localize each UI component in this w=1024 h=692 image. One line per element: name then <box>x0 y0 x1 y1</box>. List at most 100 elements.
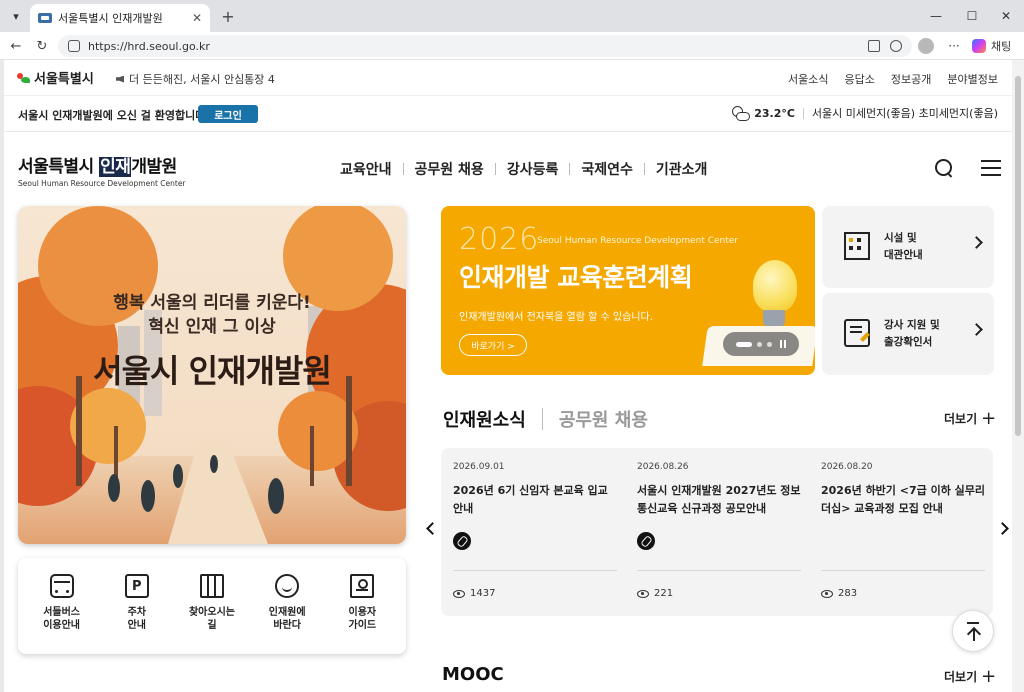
login-button[interactable]: 로그인 <box>198 105 258 123</box>
pause-icon[interactable] <box>780 340 786 348</box>
util-link-news[interactable]: 서울소식 <box>788 71 828 87</box>
divider <box>453 570 617 571</box>
slogan[interactable]: 더 든든해진, 서울시 안심통장 4 <box>116 71 275 87</box>
pager-dot[interactable] <box>757 341 762 347</box>
banner-more-button[interactable]: 바로가기 > <box>459 334 527 356</box>
menu-icon[interactable] <box>981 160 1001 176</box>
browser-tab[interactable]: 서울특별시 인재개발원 ✕ <box>30 4 210 32</box>
divider <box>637 570 801 571</box>
quick-item-guide[interactable]: 이용자 가이드 <box>330 574 394 654</box>
news-title: 2026년 하반기 <7급 이하 실무리더십> 교육과정 모집 안내 <box>821 484 986 515</box>
news-date: 2026.08.26 <box>637 462 689 472</box>
card-facility[interactable]: 시설 및 대관안내 <box>822 206 994 288</box>
page-viewport: 서울특별시 더 든든해진, 서울시 안심통장 4 서울소식 응답소 정보공개 분… <box>4 60 1012 692</box>
favorite-icon[interactable] <box>890 40 902 52</box>
back-icon[interactable]: ← <box>6 36 26 56</box>
quick-item-parking[interactable]: P 주차 안내 <box>105 574 169 654</box>
promo-banner[interactable]: 2026 Seoul Human Resource Development Ce… <box>441 206 815 375</box>
tab-title: 서울특별시 인재개발원 <box>58 12 163 25</box>
page-scrollbar[interactable] <box>1012 60 1024 692</box>
util-links: 서울소식 응답소 정보공개 분야별정보 <box>788 71 998 87</box>
pager-dot[interactable] <box>767 341 772 347</box>
news-more-link[interactable]: 더보기 + <box>944 409 996 427</box>
tab-recruit[interactable]: 공무원 채용 <box>559 406 648 432</box>
lightbulb-icon <box>753 260 797 312</box>
more-icon[interactable]: ··· <box>944 36 964 56</box>
hero-title: 서울시 인재개발원 <box>93 352 332 390</box>
site-logo-en: Seoul Human Resource Development Center <box>18 179 186 188</box>
util-link-fields[interactable]: 분야별정보 <box>947 71 998 87</box>
profile-icon[interactable] <box>916 36 936 56</box>
quick-item-suggest[interactable]: 인재원에 바란다 <box>255 574 319 654</box>
quick-item-bus[interactable]: 서들버스 이용안내 <box>30 574 94 654</box>
util-link-response[interactable]: 응답소 <box>845 71 875 87</box>
reload-icon[interactable]: ↻ <box>32 36 52 56</box>
close-window-icon[interactable]: ✕ <box>984 0 1024 32</box>
news-views: 1437 <box>453 588 495 599</box>
scroll-top-button[interactable] <box>952 610 994 652</box>
logo-part: 개발원 <box>131 157 177 177</box>
site-logo[interactable]: 서울특별시 인재개발원 Seoul Human Resource Develop… <box>18 152 186 188</box>
quick-menu: 서들버스 이용안내 P 주차 안내 찾아오시는 길 인재원에 바란다 이용자 가이드 <box>18 558 406 654</box>
hero-line-1: 행복 서울의 리더를 키운다! <box>113 293 311 313</box>
mooc-more-link[interactable]: 더보기 + <box>944 667 996 685</box>
util-link-disclosure[interactable]: 정보공개 <box>891 71 931 87</box>
url-input[interactable]: https://hrd.seoul.go.kr <box>58 35 912 57</box>
building-icon <box>844 232 870 260</box>
chevron-right-icon <box>970 236 983 249</box>
search-icon[interactable] <box>934 158 954 178</box>
utility-bar: 서울특별시 더 든든해진, 서울시 안심통장 4 서울소식 응답소 정보공개 분… <box>4 60 1012 96</box>
tab-list-icon[interactable]: ▾ <box>6 6 26 26</box>
news-title: 2026년 6기 신임자 본교육 입교 안내 <box>453 484 608 515</box>
seoul-logo[interactable]: 서울특별시 <box>16 68 94 87</box>
nav-international[interactable]: 국제연수 <box>581 159 633 179</box>
nav-recruit[interactable]: 공무원 채용 <box>415 159 484 179</box>
hero-line-2: 혁신 인재 그 이상 <box>148 317 276 337</box>
quick-item-directions[interactable]: 찾아오시는 길 <box>180 574 244 654</box>
pager-dot-active[interactable] <box>736 341 752 347</box>
weather-icon <box>730 105 751 121</box>
seoul-mark-icon <box>16 71 30 85</box>
arrow-up-icon <box>973 629 975 641</box>
welcome-bar: 서울시 인재개발원에 오신 걸 환영합니다. 로그인 23.2°C 서울시 미세… <box>4 96 1012 132</box>
tab-news[interactable]: 인재원소식 <box>443 406 526 432</box>
chevron-left-icon[interactable] <box>426 522 439 535</box>
lock-icon <box>68 40 80 52</box>
lightbulb-base <box>763 310 785 326</box>
eye-icon <box>637 589 649 598</box>
divider <box>494 163 496 175</box>
parking-icon: P <box>124 574 149 598</box>
temperature: 23.2°C <box>754 106 795 120</box>
quick-label: 주차 안내 <box>127 607 146 631</box>
news-item[interactable]: 2026.08.26 서울시 인재개발원 2027년도 정보통신교육 신규과정 … <box>637 462 801 608</box>
copilot-button[interactable]: 채팅 <box>972 36 1011 56</box>
nav-instructor[interactable]: 강사등록 <box>507 159 559 179</box>
chat-icon <box>275 574 300 598</box>
slogan-text: 더 든든해진, 서울시 안심통장 4 <box>129 73 275 86</box>
plus-icon[interactable]: + <box>218 6 238 26</box>
close-icon[interactable]: ✕ <box>192 11 202 25</box>
quick-label: 이용자 가이드 <box>348 607 377 631</box>
chevron-right-icon[interactable] <box>996 522 1009 535</box>
site-logo-ko: 서울특별시 인재개발원 <box>18 152 186 177</box>
banner-title: 인재개발 교육훈련계획 <box>459 263 693 292</box>
more-label: 더보기 <box>944 412 978 426</box>
card-instructor[interactable]: 강사 지원 및 출강확인서 <box>822 293 994 375</box>
news-item[interactable]: 2026.09.01 2026년 6기 신임자 본교육 입교 안내 1437 <box>453 462 617 608</box>
view-count: 221 <box>654 588 674 599</box>
hero-banner[interactable]: 행복 서울의 리더를 키운다! 혁신 인재 그 이상 서울시 인재개발원 <box>18 206 406 544</box>
nav-about[interactable]: 기관소개 <box>656 159 708 179</box>
divider <box>821 570 985 571</box>
divider <box>569 163 571 175</box>
scrollbar-thumb[interactable] <box>1015 76 1021 436</box>
mooc-title: MOOC <box>442 664 504 685</box>
nav-education[interactable]: 교육안내 <box>340 159 392 179</box>
guide-icon <box>350 574 375 598</box>
divider <box>802 107 804 119</box>
news-item[interactable]: 2026.08.20 2026년 하반기 <7급 이하 실무리더십> 교육과정 … <box>821 462 985 608</box>
weather-widget: 23.2°C 서울시 미세먼지(좋음) 초미세먼지(좋음) <box>730 105 998 121</box>
dust-status: 서울시 미세먼지(좋음) 초미세먼지(좋음) <box>811 107 998 120</box>
reading-icon[interactable] <box>868 40 880 52</box>
banner-pager <box>723 332 799 356</box>
attachment-icon <box>453 532 471 550</box>
